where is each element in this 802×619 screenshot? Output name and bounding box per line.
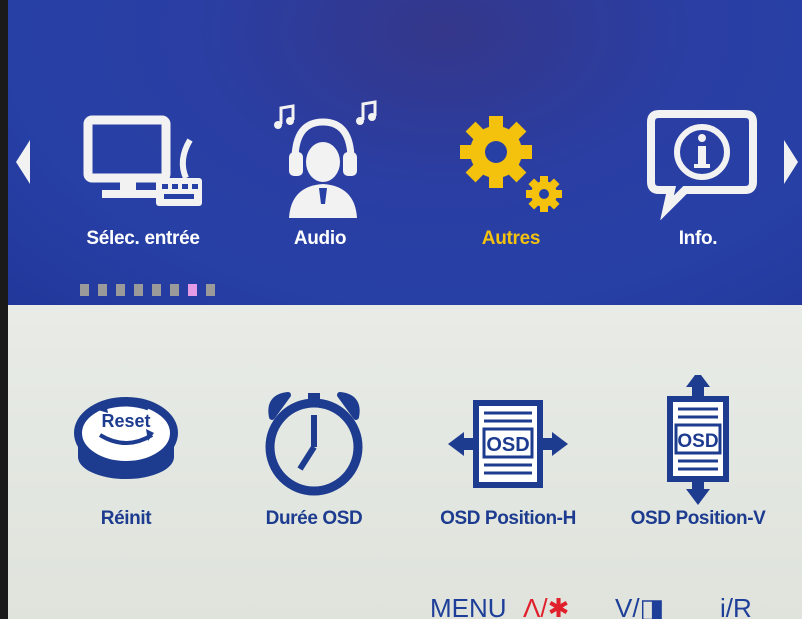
osd-menu: Sélec. entrée Audio Autres Info. Reset R… <box>8 0 802 619</box>
osd-v-icon-text: OSD <box>677 431 718 452</box>
menu-hint[interactable]: MENU <box>430 593 507 619</box>
page-dot <box>134 284 143 296</box>
info-bubble-icon <box>647 110 757 220</box>
tab-other[interactable]: Autres <box>426 100 596 260</box>
tab-label: Info. <box>678 228 718 249</box>
reset-item[interactable]: Reset Réinit <box>36 375 216 545</box>
osd-position-h-item[interactable]: OSD OSD Position-H <box>418 375 598 545</box>
osd-position-v-item[interactable]: OSD OSD Position-V <box>608 375 788 545</box>
headphones-person-icon <box>274 100 377 218</box>
tab-label: Audio <box>293 228 347 249</box>
button-hints: MENU Λ/✱ V/◨ i/R <box>8 593 802 619</box>
reset-icon-text: Reset <box>101 411 150 431</box>
arrow-left-icon[interactable] <box>16 140 30 184</box>
category-bar: Sélec. entrée Audio Autres Info. <box>8 0 802 305</box>
up-hint[interactable]: Λ/✱ <box>523 593 569 619</box>
tab-label: Autres <box>481 228 541 249</box>
reset-icon: Reset <box>74 397 178 479</box>
page-dot <box>152 284 161 296</box>
osd-duration-item[interactable]: Durée OSD <box>224 375 404 545</box>
page-dot <box>80 284 89 296</box>
page-dot <box>188 284 197 296</box>
osd-vertical-icon: OSD <box>667 375 729 505</box>
page-dot <box>170 284 179 296</box>
down-hint[interactable]: V/◨ <box>615 593 664 619</box>
tab-audio[interactable]: Audio <box>235 100 405 260</box>
osd-horizontal-icon: OSD <box>448 400 568 488</box>
tab-label: Sélec. entrée <box>86 228 200 249</box>
settings-panel: Reset Réinit Durée OSD OSD OSD Position-… <box>8 305 802 619</box>
osd-position-h-label: OSD Position-H <box>440 508 576 529</box>
input-hint[interactable]: i/R <box>720 593 752 619</box>
page-dot <box>98 284 107 296</box>
page-dot <box>116 284 125 296</box>
osd-h-icon-text: OSD <box>486 434 529 456</box>
alarm-clock-icon <box>265 392 363 496</box>
gears-icon <box>460 116 562 212</box>
page-dot <box>206 284 215 296</box>
reset-label: Réinit <box>100 508 152 529</box>
tab-input-select[interactable]: Sélec. entrée <box>58 100 228 260</box>
monitor-keyboard-icon <box>83 115 202 206</box>
arrow-right-icon[interactable] <box>784 140 798 184</box>
osd-duration-label: Durée OSD <box>265 508 363 529</box>
osd-position-v-label: OSD Position-V <box>630 508 766 529</box>
tab-info[interactable]: Info. <box>613 100 783 260</box>
